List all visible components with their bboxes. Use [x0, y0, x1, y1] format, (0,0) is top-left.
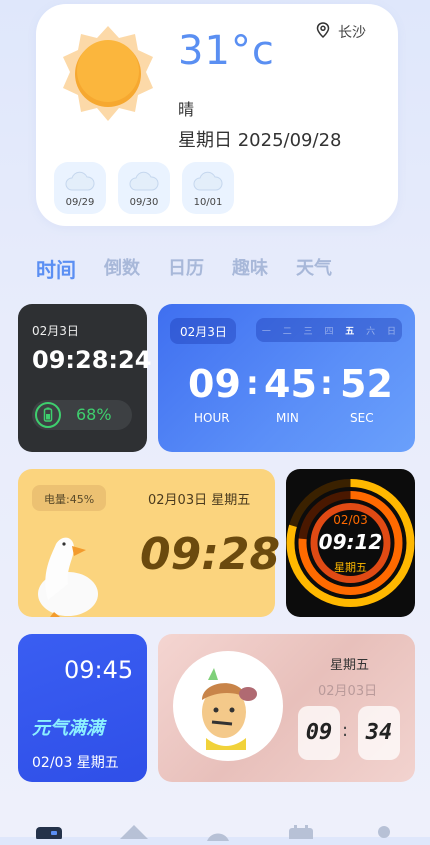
- weekday: 六: [366, 326, 376, 337]
- widget-weekday: 星期五: [334, 561, 367, 574]
- temperature: 31°c: [178, 28, 275, 74]
- colon-separator: :: [246, 364, 259, 402]
- cloud-icon: [129, 171, 159, 191]
- widget-time: 09:12: [318, 530, 383, 554]
- forecast-date: 10/01: [193, 197, 223, 208]
- battery-level: 68%: [76, 405, 112, 424]
- category-tabs: 时间 倒数 日历 趣味 天气: [36, 254, 360, 283]
- tab-weather[interactable]: 天气: [296, 254, 332, 283]
- weekday: 二: [282, 326, 292, 337]
- widget-date: 02/03 星期五: [32, 755, 119, 771]
- nav-calendar-icon[interactable]: [288, 824, 314, 843]
- forecast-item[interactable]: 10/01: [182, 162, 234, 214]
- cloud-icon: [193, 171, 223, 191]
- battery-level: 电量:45%: [44, 493, 95, 506]
- minute-value: 45: [264, 362, 317, 406]
- weather-date: 星期日 2025/09/28: [178, 130, 342, 151]
- tab-fun[interactable]: 趣味: [232, 254, 268, 283]
- widget-time: 09:28:24: [32, 346, 152, 374]
- minute-value: 34: [365, 720, 393, 745]
- widget-date: 02/03: [333, 513, 368, 527]
- weekday: 三: [303, 326, 313, 337]
- forecast-item[interactable]: 09/30: [118, 162, 170, 214]
- cloud-icon: [65, 171, 95, 191]
- weather-condition: 晴: [178, 100, 195, 119]
- colon-separator: :: [320, 364, 333, 402]
- nav-wallpaper-icon[interactable]: [120, 824, 148, 843]
- widget-date: 02月3日: [32, 324, 79, 338]
- location-pin-icon: [316, 22, 330, 42]
- hour-value: 09: [305, 720, 333, 745]
- widget-date: 02月03日: [318, 684, 378, 699]
- colon-separator: :: [342, 720, 349, 741]
- location-label: 长沙: [338, 25, 366, 41]
- weekday: 四: [324, 326, 334, 337]
- tab-calendar[interactable]: 日历: [168, 254, 204, 283]
- date-pill: 02月3日: [170, 318, 236, 344]
- blue-small-widget[interactable]: 09:45 元气满满 02/03 星期五: [18, 634, 147, 782]
- battery-pill: 68%: [32, 400, 132, 430]
- tab-countdown[interactable]: 倒数: [104, 254, 140, 283]
- forecast-date: 09/30: [129, 197, 159, 208]
- bottom-nav: [0, 808, 430, 842]
- blue-clock-widget[interactable]: 02月3日 一 二 三 四 五 六 日 09 : 45 : 52 HOUR MI…: [158, 304, 415, 452]
- duck-clock-widget[interactable]: 电量:45% 02月03日 星期五 09:28: [18, 469, 280, 617]
- widget-date: 02月03日 星期五: [148, 493, 251, 508]
- battery-pill: 电量:45%: [32, 485, 106, 511]
- character-avatar-icon: [172, 650, 284, 766]
- tab-time[interactable]: 时间: [36, 254, 76, 283]
- hour-value: 09: [188, 362, 241, 406]
- widget-date: 02月3日: [180, 325, 227, 339]
- weekday: 一: [261, 326, 271, 337]
- battery-icon: [34, 401, 62, 433]
- weekday-active: 五: [345, 326, 355, 337]
- weekday: 日: [386, 326, 396, 337]
- sun-icon: [58, 24, 158, 124]
- second-value: 52: [340, 362, 393, 406]
- location[interactable]: 长沙: [316, 22, 366, 42]
- slogan: 元气满满: [32, 718, 104, 739]
- duck-illustration-icon: [26, 524, 98, 621]
- nav-profile-icon[interactable]: [376, 824, 392, 843]
- widget-weekday: 星期五: [330, 658, 370, 673]
- ring-clock-widget[interactable]: 02/03 09:12 星期五: [286, 469, 415, 617]
- nav-theme-icon[interactable]: [205, 826, 231, 845]
- nav-home-icon[interactable]: [36, 824, 62, 843]
- dark-clock-widget[interactable]: 02月3日 09:28:24 68%: [18, 304, 151, 452]
- minute-card: 34: [358, 706, 400, 760]
- pink-clock-widget[interactable]: 星期五 02月03日 09 : 34: [158, 634, 415, 782]
- hour-card: 09: [298, 706, 340, 760]
- forecast-date: 09/29: [65, 197, 95, 208]
- forecast-item[interactable]: 09/29: [54, 162, 106, 214]
- widget-time: 09:45: [64, 656, 134, 684]
- weekday-strip: 一 二 三 四 五 六 日: [256, 318, 402, 342]
- widget-time: 09:28: [140, 529, 281, 580]
- hour-label: HOUR: [194, 411, 230, 425]
- min-label: MIN: [276, 411, 299, 425]
- sec-label: SEC: [350, 411, 374, 425]
